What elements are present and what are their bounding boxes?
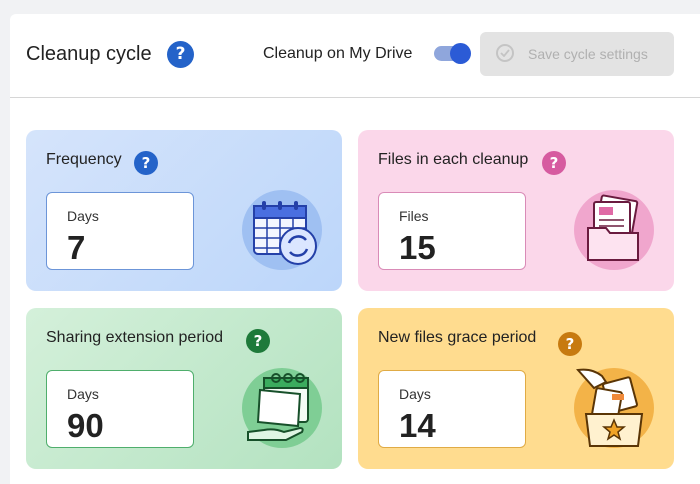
toggle-knob [450,43,471,64]
sharing-period-value: 90 [67,407,104,444]
card-title: Files in each cleanup [378,151,529,168]
files-input[interactable]: Files 15 [378,192,526,270]
save-button-label: Save cycle settings [528,46,648,62]
grace-period-input[interactable]: Days 14 [378,370,526,448]
frequency-value: 7 [67,229,86,266]
sharing-help-icon[interactable]: ? [246,329,270,353]
unit-label: Days [67,386,99,402]
cleanup-cycle-panel: Cleanup cycle ? Cleanup on My Drive Save… [10,14,700,484]
card-title: Sharing extension period [46,329,224,346]
sharing-extension-card: Sharing extension period ? Days 90 [26,308,342,469]
files-value: 15 [399,229,436,266]
cleanup-toggle[interactable] [434,43,471,64]
grace-period-card: New files grace period ? Days 14 [358,308,674,469]
unit-label: Files [399,208,429,224]
card-title: New files grace period [378,329,537,346]
unit-label: Days [67,208,99,224]
files-card: Files in each cleanup ? Files 15 [358,130,674,291]
grace-period-value: 14 [399,407,436,444]
card-title: Frequency [46,151,122,168]
panel-header: Cleanup cycle ? Cleanup on My Drive Save… [10,14,700,98]
grace-help-icon[interactable]: ? [558,332,582,356]
frequency-card: Frequency ? Days 7 [26,130,342,291]
hand-box-star-icon [574,368,654,448]
save-cycle-settings-button[interactable]: Save cycle settings [480,32,674,76]
files-help-icon[interactable]: ? [542,151,566,175]
checkmark-icon [496,44,514,62]
title-help-icon[interactable]: ? [167,41,194,68]
cleanup-toggle-label: Cleanup on My Drive [263,45,413,62]
sharing-period-input[interactable]: Days 90 [46,370,194,448]
unit-label: Days [399,386,431,402]
calendar-hand-icon [242,368,322,448]
frequency-input[interactable]: Days 7 [46,192,194,270]
folder-documents-icon [574,190,654,270]
page-title: Cleanup cycle [26,43,152,65]
frequency-help-icon[interactable]: ? [134,151,158,175]
calendar-refresh-icon [242,190,322,270]
